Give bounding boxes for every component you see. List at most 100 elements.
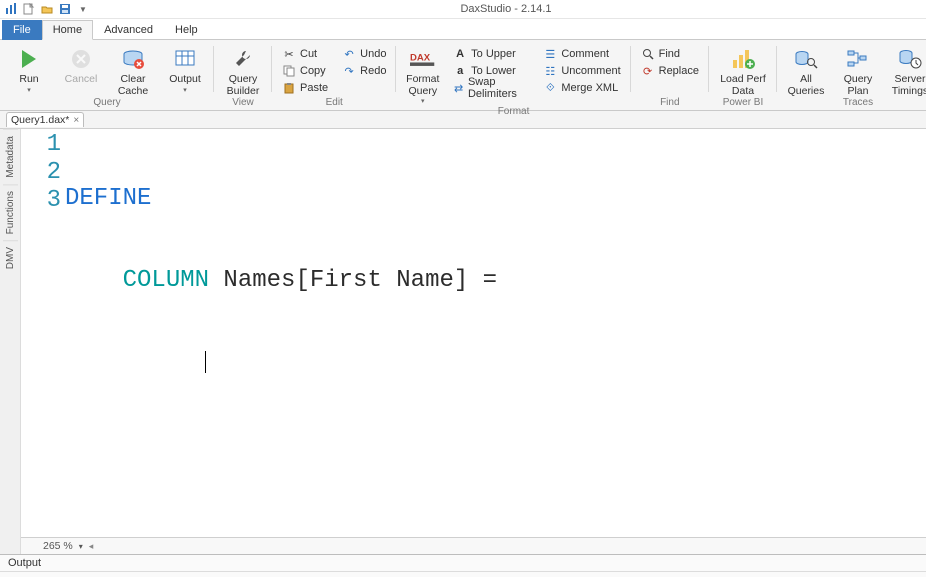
- close-icon[interactable]: ×: [73, 115, 79, 126]
- merge-xml-button[interactable]: ⟐ Merge XML: [539, 80, 624, 96]
- output-header[interactable]: Output: [0, 555, 926, 572]
- text-cursor: [65, 349, 206, 376]
- save-icon[interactable]: [58, 2, 72, 16]
- query-plan-button[interactable]: Query Plan: [835, 44, 881, 97]
- status-bar: 265 % ▾ ◂: [21, 537, 926, 554]
- play-icon: [16, 46, 42, 72]
- server-timings-icon: [897, 46, 923, 72]
- redo-icon: ↷: [342, 64, 356, 78]
- side-tab-dmv[interactable]: DMV: [3, 240, 18, 275]
- comment-icon: ☰: [543, 47, 557, 61]
- group-format-label: Format: [402, 106, 624, 119]
- clipboard-icon: [282, 81, 296, 95]
- swap-icon: ⇄: [453, 81, 464, 95]
- uncomment-label: Uncomment: [561, 65, 620, 77]
- query-builder-label: Query Builder: [222, 74, 264, 97]
- cancel-label: Cancel: [65, 74, 98, 86]
- chevron-down-icon: ▾: [183, 87, 187, 95]
- load-perf-data-button[interactable]: Load Perf Data: [715, 44, 771, 97]
- run-button[interactable]: Run ▾: [6, 44, 52, 94]
- server-timings-label: Server Timings: [889, 74, 926, 97]
- perf-data-icon: [730, 46, 756, 72]
- group-query-label: Query: [6, 97, 208, 110]
- side-tab-functions[interactable]: Functions: [3, 184, 18, 240]
- to-upper-button[interactable]: A To Upper: [449, 46, 533, 62]
- quick-access-toolbar: ▼: [4, 2, 90, 16]
- uncomment-icon: ☷: [543, 64, 557, 78]
- group-find: Find ⟳ Replace Find: [631, 40, 709, 110]
- to-upper-label: To Upper: [471, 48, 516, 60]
- find-label: Find: [659, 48, 680, 60]
- document-tab[interactable]: Query1.dax* ×: [6, 112, 84, 127]
- format-query-button[interactable]: DAX Format Query ▾: [402, 44, 443, 106]
- replace-button[interactable]: ⟳ Replace: [637, 63, 703, 79]
- chevron-down-icon[interactable]: ▾: [79, 542, 83, 551]
- dax-icon: DAX: [410, 46, 436, 72]
- clear-cache-button[interactable]: Clear Cache: [110, 44, 156, 97]
- swap-delimiters-label: Swap Delimiters: [468, 76, 529, 100]
- code-area[interactable]: DEFINE COLUMN Names[First Name] =: [65, 129, 926, 537]
- new-icon[interactable]: [22, 2, 36, 16]
- zoom-control[interactable]: 265 % ▾ ◂: [43, 540, 93, 552]
- redo-button[interactable]: ↷ Redo: [338, 63, 390, 79]
- ribbon: Run ▾ Cancel Clear Cache Output: [0, 39, 926, 111]
- cancel-icon: [68, 46, 94, 72]
- output-button[interactable]: Output ▾: [162, 44, 208, 94]
- group-traces-label: Traces: [783, 97, 926, 110]
- all-queries-button[interactable]: All Queries: [783, 44, 829, 97]
- line-number: 2: [21, 159, 61, 187]
- clear-cache-label: Clear Cache: [112, 74, 154, 97]
- tab-advanced[interactable]: Advanced: [93, 20, 164, 40]
- chevron-down-icon: ▾: [421, 98, 425, 106]
- replace-label: Replace: [659, 65, 699, 77]
- open-icon[interactable]: [40, 2, 54, 16]
- uncomment-button[interactable]: ☷ Uncomment: [539, 63, 624, 79]
- group-view-label: View: [220, 97, 266, 110]
- tab-help[interactable]: Help: [164, 20, 209, 40]
- side-tabs: Metadata Functions DMV: [0, 129, 21, 554]
- replace-icon: ⟳: [641, 64, 655, 78]
- qat-dropdown-icon[interactable]: ▼: [76, 2, 90, 16]
- copy-icon: [282, 64, 296, 78]
- editor-wrap: 1 2 3 DEFINE COLUMN Names[First Name] = …: [21, 129, 926, 554]
- tab-home[interactable]: Home: [42, 20, 93, 40]
- chevron-left-icon[interactable]: ◂: [89, 541, 94, 552]
- cut-label: Cut: [300, 48, 317, 60]
- window-title: DaxStudio - 2.14.1: [90, 3, 922, 15]
- group-view: Query Builder View: [214, 40, 272, 110]
- find-button[interactable]: Find: [637, 46, 703, 62]
- keyword-define: DEFINE: [65, 185, 151, 212]
- gutter: 1 2 3: [21, 129, 65, 537]
- query-builder-button[interactable]: Query Builder: [220, 44, 266, 97]
- server-timings-button[interactable]: Server Timings: [887, 44, 926, 97]
- line-number: 3: [21, 187, 61, 215]
- swap-delimiters-button[interactable]: ⇄ Swap Delimiters: [449, 80, 533, 96]
- group-powerbi: Load Perf Data Power BI: [709, 40, 777, 110]
- query-plan-label: Query Plan: [837, 74, 879, 97]
- undo-label: Undo: [360, 48, 386, 60]
- output-panel: Output: [0, 554, 926, 577]
- cut-button[interactable]: ✂ Cut: [278, 46, 332, 62]
- scissors-icon: ✂: [282, 47, 296, 61]
- work-area: Metadata Functions DMV 1 2 3 DEFINE COLU…: [0, 129, 926, 554]
- clear-cache-icon: [120, 46, 146, 72]
- code-editor[interactable]: 1 2 3 DEFINE COLUMN Names[First Name] =: [21, 129, 926, 537]
- title-bar: ▼ DaxStudio - 2.14.1: [0, 0, 926, 19]
- app-icon: [4, 2, 18, 16]
- merge-xml-label: Merge XML: [561, 82, 618, 94]
- zoom-value: 265 %: [43, 540, 73, 552]
- undo-button[interactable]: ↶ Undo: [338, 46, 390, 62]
- paste-button[interactable]: Paste: [278, 80, 332, 96]
- upper-icon: A: [453, 47, 467, 61]
- undo-icon: ↶: [342, 47, 356, 61]
- redo-label: Redo: [360, 65, 386, 77]
- side-tab-metadata[interactable]: Metadata: [3, 129, 18, 184]
- copy-button[interactable]: Copy: [278, 63, 332, 79]
- merge-icon: ⟐: [543, 81, 557, 95]
- comment-button[interactable]: ☰ Comment: [539, 46, 624, 62]
- output-icon: [172, 46, 198, 72]
- query-plan-icon: [845, 46, 871, 72]
- tab-file[interactable]: File: [2, 20, 42, 40]
- paste-label: Paste: [300, 82, 328, 94]
- group-query: Run ▾ Cancel Clear Cache Output: [0, 40, 214, 110]
